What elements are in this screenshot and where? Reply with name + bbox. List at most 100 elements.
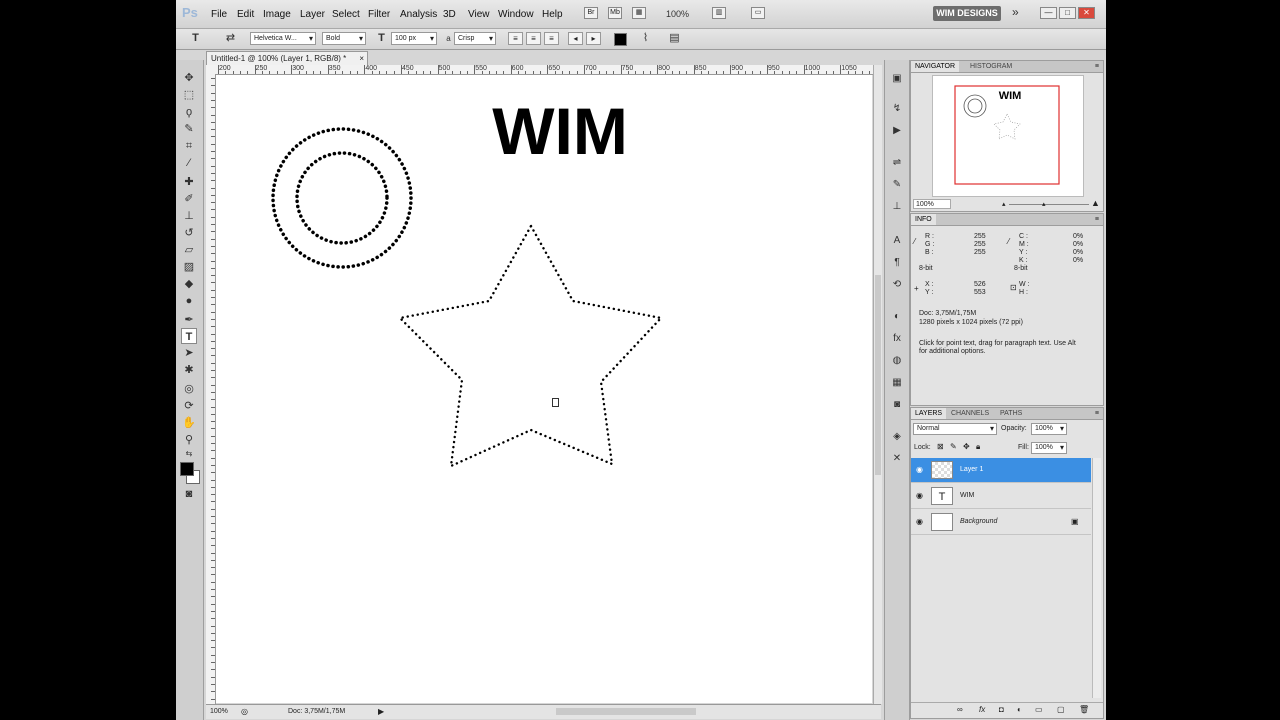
menu-image[interactable]: Image <box>263 9 291 20</box>
align-left-icon[interactable]: ≡ <box>508 32 523 45</box>
visibility-eye-icon[interactable]: ◉ <box>916 465 923 474</box>
marquee-tool-icon[interactable]: ⬚ <box>181 87 197 103</box>
tab-channels[interactable]: CHANNELS <box>947 408 993 419</box>
brush-tool-icon[interactable]: ✐ <box>181 191 197 207</box>
extras-icon[interactable]: ▦ <box>632 7 646 19</box>
swatches-panel-icon[interactable]: ▦ <box>890 376 904 390</box>
align-right-icon[interactable]: ≡ <box>544 32 559 45</box>
eraser-tool-icon[interactable]: ▱ <box>181 242 197 258</box>
adjustments-panel-icon[interactable]: ◐ <box>890 310 904 324</box>
restore-button[interactable]: □ <box>1059 7 1076 19</box>
lock-transparency-icon[interactable]: ⊠ <box>937 443 944 451</box>
gradient-tool-icon[interactable]: ▨ <box>181 259 197 275</box>
3d-orbit-tool-icon[interactable]: ⟳ <box>181 398 197 414</box>
lock-position-icon[interactable]: ✥ <box>963 443 970 451</box>
status-zoom[interactable]: 100% <box>210 705 228 718</box>
delete-layer-icon[interactable]: 🗑︎ <box>1079 705 1089 714</box>
workspace-switcher[interactable]: WIM DESIGNS <box>933 6 1001 21</box>
quick-select-tool-icon[interactable]: ✎ <box>181 121 197 137</box>
default-colors-icon[interactable]: ⇆ <box>181 446 197 462</box>
add-mask-icon[interactable]: ◘ <box>999 705 1004 714</box>
layers-scrollbar[interactable] <box>1092 458 1101 698</box>
horizontal-scrollbar-thumb[interactable] <box>556 708 696 715</box>
adjustment-layer-icon[interactable]: ◐ <box>1017 705 1022 714</box>
animation-panel-icon[interactable]: ◈ <box>890 430 904 444</box>
menu-filter[interactable]: Filter <box>368 9 390 20</box>
layer-row-layer1[interactable]: ◉ Layer 1 <box>911 458 1091 483</box>
align-center-icon[interactable]: ≡ <box>526 32 541 45</box>
font-style-select[interactable]: Bold <box>322 32 366 45</box>
tab-navigator[interactable]: NAVIGATOR <box>911 61 960 72</box>
lock-all-icon[interactable]: 🔒︎ <box>976 443 980 451</box>
visibility-eye-icon[interactable]: ◉ <box>916 517 923 526</box>
history-brush-tool-icon[interactable]: ↺ <box>181 225 197 241</box>
font-family-select[interactable]: Helvetica W... <box>250 32 316 45</box>
layer-name[interactable]: WIM <box>960 492 974 499</box>
antialias-select[interactable]: Crisp <box>454 32 496 45</box>
brush-panel-icon[interactable]: ✎ <box>890 178 904 192</box>
link-layers-icon[interactable]: ∞ <box>957 705 963 714</box>
text-color-swatch[interactable] <box>614 33 627 46</box>
lasso-tool-icon[interactable]: ϙ <box>181 104 197 120</box>
minimize-button[interactable]: — <box>1040 7 1057 19</box>
visibility-eye-icon[interactable]: ◉ <box>916 491 923 500</box>
hand-tool-icon[interactable]: ✋ <box>181 415 197 431</box>
pen-tool-icon[interactable]: ✒ <box>181 312 197 328</box>
color-panel-icon[interactable]: ◙ <box>890 398 904 412</box>
zoom-in-icon[interactable]: ▲ <box>1091 198 1100 208</box>
layer-row-background[interactable]: ◉ Background ▣ <box>911 510 1091 535</box>
tab-info[interactable]: INFO <box>911 214 936 225</box>
type-tool-preset-icon[interactable]: T <box>189 32 202 45</box>
clone-source-icon[interactable]: ⊥ <box>890 200 904 214</box>
menu-file[interactable]: File <box>211 9 227 20</box>
styles-panel-icon[interactable]: ◍ <box>890 354 904 368</box>
type-tool-icon[interactable]: T <box>181 328 197 344</box>
shape-tool-icon[interactable]: ✱ <box>181 362 197 378</box>
paragraph-panel-icon[interactable]: ¶ <box>890 256 904 270</box>
status-menu-icon[interactable]: ◎ <box>241 705 248 718</box>
tools-panel-icon[interactable]: ✕ <box>890 452 904 466</box>
minibridge-panel-icon[interactable]: ▣ <box>890 72 904 86</box>
layer-style-icon[interactable]: fx <box>979 705 985 714</box>
crop-tool-icon[interactable]: ⌗ <box>181 138 197 154</box>
fill-input[interactable]: 100% <box>1031 442 1067 454</box>
foreground-color-swatch[interactable] <box>180 462 194 476</box>
quick-mask-icon[interactable]: ◙ <box>181 486 197 502</box>
zoom-level-dropdown[interactable]: 100% <box>666 9 689 19</box>
document-tab[interactable]: Untitled-1 @ 100% (Layer 1, RGB/8) * × <box>206 51 368 65</box>
chevron-right-icon[interactable]: » <box>1012 5 1019 19</box>
tab-paths[interactable]: PATHS <box>996 408 1026 419</box>
zoom-out-icon[interactable]: ▴ <box>1002 200 1006 208</box>
menu-layer[interactable]: Layer <box>300 9 325 20</box>
bridge-icon[interactable]: Br <box>584 7 598 19</box>
new-group-icon[interactable]: ▭ <box>1035 705 1043 714</box>
dodge-tool-icon[interactable]: ● <box>181 293 197 309</box>
healing-brush-tool-icon[interactable]: ✚ <box>181 174 197 190</box>
history-panel-icon[interactable]: ↯ <box>890 102 904 116</box>
tab-layers[interactable]: LAYERS <box>911 408 947 419</box>
navigator-preview[interactable]: WIM <box>932 75 1084 197</box>
menu-window[interactable]: Window <box>498 9 534 20</box>
font-size-select[interactable]: 100 px <box>391 32 437 45</box>
path-selection-tool-icon[interactable]: ➤ <box>181 345 197 361</box>
warp-text-left-icon[interactable]: ◂ <box>568 32 583 45</box>
vertical-ruler[interactable] <box>206 74 216 704</box>
move-tool-icon[interactable]: ✥ <box>181 70 197 86</box>
document-canvas[interactable]: WIM <box>216 75 872 703</box>
text-orientation-icon[interactable]: ⇄ <box>224 32 237 45</box>
warp-text-right-icon[interactable]: ▸ <box>586 32 601 45</box>
menu-help[interactable]: Help <box>542 9 563 20</box>
blur-tool-icon[interactable]: ◆ <box>181 276 197 292</box>
layer-row-wim[interactable]: ◉ T WIM <box>911 484 1091 509</box>
tab-histogram[interactable]: HISTOGRAM <box>966 61 1016 72</box>
navigator-slider-thumb[interactable]: ▴ <box>1042 200 1046 208</box>
arrange-docs-icon[interactable]: ▥ <box>712 7 726 19</box>
navigator-zoom-input[interactable]: 100% <box>913 199 951 209</box>
close-button[interactable]: ✕ <box>1078 7 1095 19</box>
panel-menu-icon[interactable]: ≡ <box>1095 214 1099 225</box>
menu-edit[interactable]: Edit <box>237 9 254 20</box>
screen-mode-icon[interactable]: ▭ <box>751 7 765 19</box>
clone-stamp-tool-icon[interactable]: ⊥ <box>181 208 197 224</box>
menu-select[interactable]: Select <box>332 9 360 20</box>
eyedropper-tool-icon[interactable]: ⁄ <box>181 155 197 171</box>
